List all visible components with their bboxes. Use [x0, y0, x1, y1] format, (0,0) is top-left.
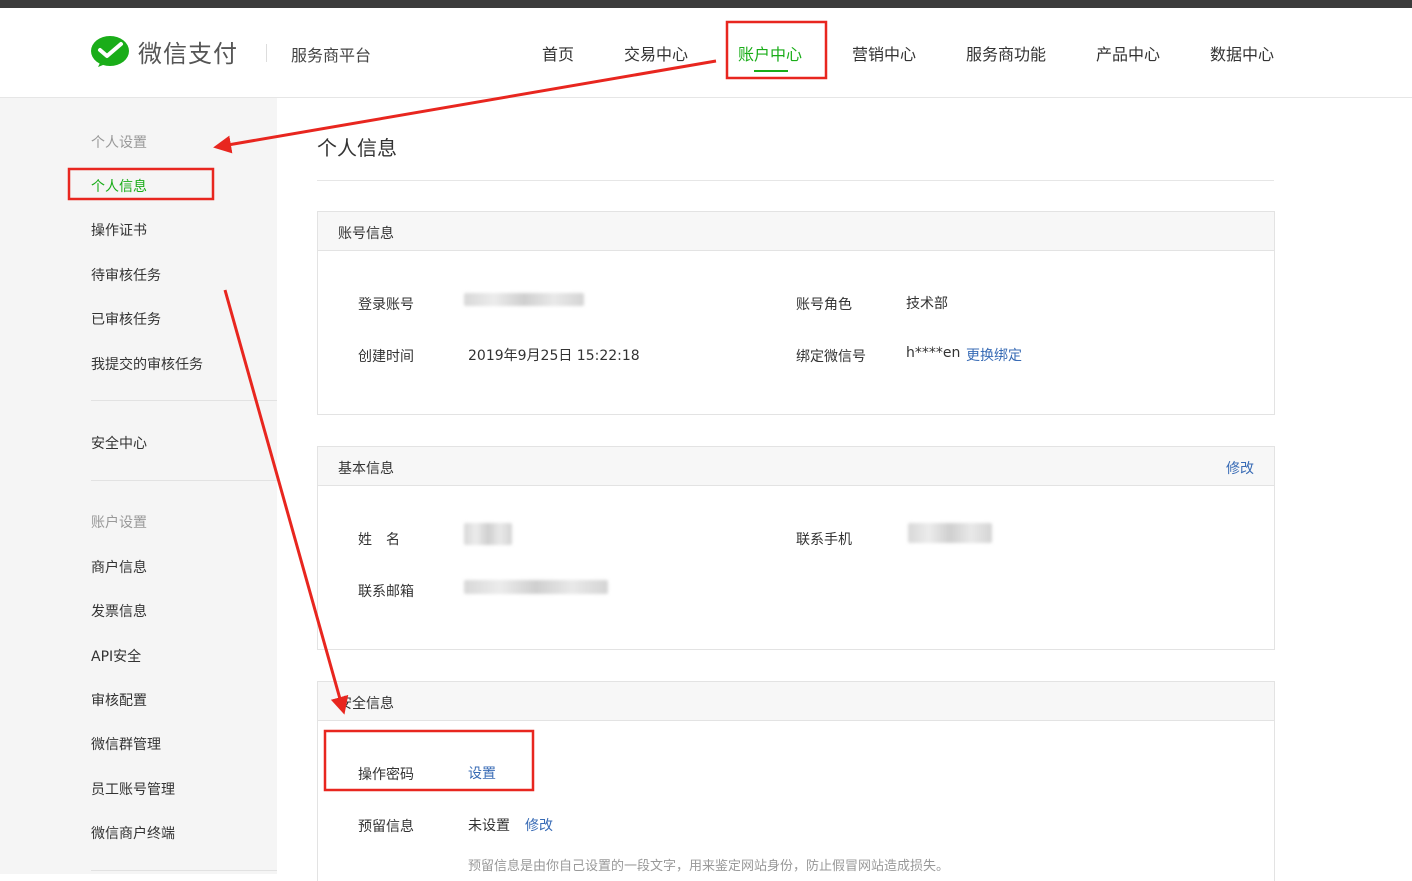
nav-marketing-center[interactable]: 营销中心 — [852, 41, 916, 65]
wechat-pay-logo-icon — [91, 35, 129, 67]
sidebar-divider — [91, 870, 277, 871]
nav-provider-functions[interactable]: 服务商功能 — [966, 41, 1046, 65]
bound-wechat-label: 绑定微信号 — [796, 349, 866, 365]
logo-text: 微信支付 — [138, 40, 238, 68]
sidebar-divider — [91, 400, 277, 401]
panel-header: 安全信息 — [318, 682, 1274, 721]
login-account-label: 登录账号 — [358, 297, 414, 313]
panel-header: 基本信息 修改 — [318, 447, 1274, 486]
top-strip — [0, 0, 1412, 8]
wechat-pay-logo[interactable]: 微信支付 — [90, 34, 238, 69]
operation-password-label: 操作密码 — [358, 767, 414, 783]
sidebar-item-api-security[interactable]: API安全 — [91, 646, 141, 666]
nav-home[interactable]: 首页 — [542, 41, 574, 65]
panel-title: 基本信息 — [338, 461, 394, 477]
reserved-info-edit-link[interactable]: 修改 — [525, 815, 553, 835]
sidebar-item-pending-review[interactable]: 待审核任务 — [91, 265, 161, 285]
contact-phone-redacted — [908, 523, 992, 543]
created-time-label: 创建时间 — [358, 349, 414, 365]
sidebar-item-certificate[interactable]: 操作证书 — [91, 220, 147, 240]
contact-phone-label: 联系手机 — [796, 532, 852, 548]
nav-product-center[interactable]: 产品中心 — [1096, 41, 1160, 65]
account-role-value: 技术部 — [906, 296, 948, 312]
created-time-value: 2019年9月25日 15:22:18 — [468, 348, 640, 364]
security-info-panel: 安全信息 操作密码 设置 预留信息 未设置 修改 预留信息是由你自己设置的一段文… — [317, 681, 1275, 881]
panel-header: 账号信息 — [318, 212, 1274, 251]
header: 微信支付 服务商平台 首页 交易中心 账户中心 营销中心 服务商功能 产品中心 … — [0, 8, 1412, 98]
logo-separator — [266, 44, 267, 62]
sidebar-divider — [91, 480, 277, 481]
name-redacted — [464, 523, 512, 545]
sidebar-item-merchant-terminal[interactable]: 微信商户终端 — [91, 823, 175, 843]
account-info-panel: 账号信息 登录账号 账号角色 技术部 创建时间 2019年9月25日 15:22… — [317, 211, 1275, 415]
set-password-link[interactable]: 设置 — [468, 763, 496, 783]
account-role-label: 账号角色 — [796, 297, 852, 313]
nav-active-indicator — [754, 70, 788, 72]
panel-title: 账号信息 — [338, 226, 394, 242]
reserved-info-label: 预留信息 — [358, 819, 414, 835]
contact-email-label: 联系邮箱 — [358, 584, 414, 600]
reserved-info-hint: 预留信息是由你自己设置的一段文字，用来鉴定网站身份，防止假冒网站造成损失。 — [468, 859, 950, 874]
panel-title: 安全信息 — [338, 696, 394, 712]
sidebar-item-merchant-info[interactable]: 商户信息 — [91, 557, 147, 577]
nav-data-center[interactable]: 数据中心 — [1210, 41, 1274, 65]
change-binding-link[interactable]: 更换绑定 — [966, 345, 1022, 365]
basic-info-panel: 基本信息 修改 姓 名 联系手机 联系邮箱 — [317, 446, 1275, 650]
sidebar-item-invoice-info[interactable]: 发票信息 — [91, 601, 147, 621]
login-account-redacted — [464, 293, 584, 306]
basic-info-edit-link[interactable]: 修改 — [1226, 458, 1254, 478]
sidebar-item-reviewed[interactable]: 已审核任务 — [91, 309, 161, 329]
bound-wechat-value: h****en — [906, 345, 961, 361]
sidebar-item-security-center[interactable]: 安全中心 — [91, 433, 147, 453]
title-divider — [317, 180, 1274, 181]
reserved-info-value: 未设置 — [468, 818, 510, 834]
sidebar-group-account: 账户设置 — [91, 515, 147, 531]
sidebar-item-review-config[interactable]: 审核配置 — [91, 690, 147, 710]
sidebar-item-my-submitted[interactable]: 我提交的审核任务 — [91, 354, 203, 374]
sidebar-item-personal-info[interactable]: 个人信息 — [91, 176, 147, 196]
nav-account-center[interactable]: 账户中心 — [738, 41, 802, 65]
sidebar-item-staff-accounts[interactable]: 员工账号管理 — [91, 779, 175, 799]
sidebar-item-wechat-group[interactable]: 微信群管理 — [91, 734, 161, 754]
sidebar-group-personal: 个人设置 — [91, 135, 147, 151]
sidebar: 个人设置 个人信息 操作证书 待审核任务 已审核任务 我提交的审核任务 安全中心… — [0, 98, 277, 874]
page-title: 个人信息 — [317, 136, 397, 160]
platform-label: 服务商平台 — [291, 46, 372, 65]
contact-email-redacted — [464, 580, 608, 594]
name-label: 姓 名 — [358, 532, 400, 548]
nav-trade-center[interactable]: 交易中心 — [624, 41, 688, 65]
